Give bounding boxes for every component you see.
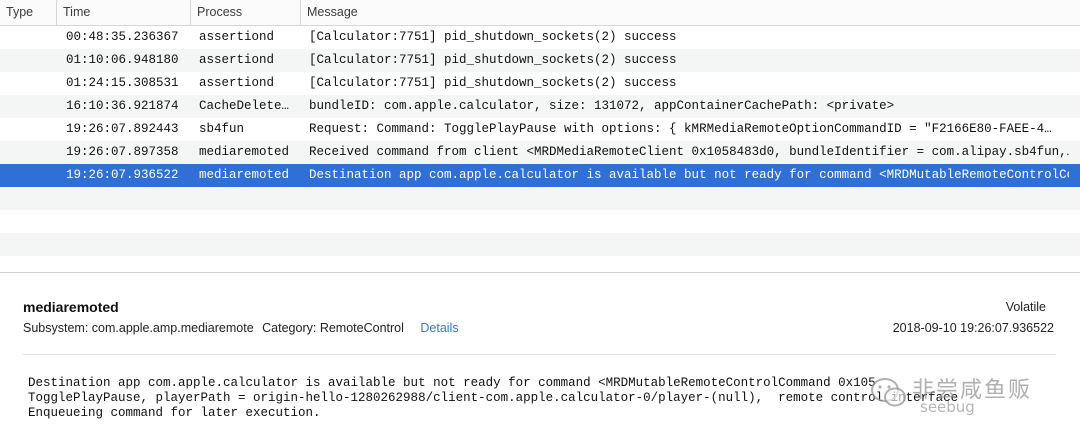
log-table-header: Type Time Process Message	[0, 0, 1080, 26]
row-message: Request: Command: TogglePlayPause with o…	[309, 122, 1052, 136]
column-header-time[interactable]: Time	[56, 0, 190, 25]
row-time: 01:24:15.308531	[66, 76, 179, 90]
detail-process-title: mediaremoted	[23, 299, 119, 315]
split-divider[interactable]	[0, 272, 1080, 273]
row-time: 19:26:07.936522	[66, 168, 179, 182]
row-time: 00:48:35.236367	[66, 30, 179, 44]
row-process: mediaremoted	[199, 168, 290, 182]
column-header-process[interactable]: Process	[190, 0, 300, 25]
subsystem-label: Subsystem: com.apple.amp.mediaremote	[23, 321, 254, 335]
row-time: 01:10:06.948180	[66, 53, 179, 67]
column-header-message[interactable]: Message	[300, 0, 1080, 25]
empty-row	[0, 187, 1080, 210]
row-message: Destination app com.apple.calculator is …	[309, 168, 1069, 182]
wechat-icon	[871, 378, 906, 407]
row-time: 19:26:07.897358	[66, 145, 179, 159]
row-process: sb4fun	[199, 122, 245, 136]
detail-timestamp: 2018-09-10 19:26:07.936522	[892, 321, 1054, 335]
watermark: 非尝咸鱼贩 seebug	[868, 370, 1068, 426]
table-row[interactable]: 19:26:07.892443 sb4fun Request: Command:…	[0, 118, 1080, 141]
row-process: assertiond	[199, 76, 275, 90]
log-table: 00:48:35.236367 assertiond [Calculator:7…	[0, 26, 1080, 274]
category-label: Category: RemoteControl	[262, 321, 404, 335]
column-header-type[interactable]: Type	[0, 0, 56, 25]
table-row[interactable]: 01:24:15.308531 assertiond [Calculator:7…	[0, 72, 1080, 95]
detail-separator	[23, 354, 1056, 355]
table-row-selected[interactable]: 19:26:07.936522 mediaremoted Destination…	[0, 164, 1080, 187]
table-row[interactable]: 16:10:36.921874 CacheDelete… bundleID: c…	[0, 95, 1080, 118]
row-process: assertiond	[199, 30, 275, 44]
empty-row	[0, 256, 1080, 272]
row-message: [Calculator:7751] pid_shutdown_sockets(2…	[309, 76, 677, 90]
row-time: 19:26:07.892443	[66, 122, 179, 136]
row-message: Received command from client <MRDMediaRe…	[309, 145, 1069, 159]
detail-metadata: Subsystem: com.apple.amp.mediaremote Cat…	[23, 321, 464, 335]
row-message: bundleID: com.apple.calculator, size: 13…	[309, 99, 895, 113]
volatile-label: Volatile	[1005, 300, 1046, 314]
table-row[interactable]: 01:10:06.948180 assertiond [Calculator:7…	[0, 49, 1080, 72]
row-message: [Calculator:7751] pid_shutdown_sockets(2…	[309, 30, 677, 44]
row-process: CacheDelete…	[199, 99, 290, 113]
table-row[interactable]: 19:26:07.897358 mediaremoted Received co…	[0, 141, 1080, 164]
row-time: 16:10:36.921874	[66, 99, 179, 113]
empty-row	[0, 210, 1080, 233]
details-link[interactable]: Details	[420, 321, 458, 335]
watermark-subtext: seebug	[920, 398, 975, 416]
row-process: assertiond	[199, 53, 275, 67]
row-message: [Calculator:7751] pid_shutdown_sockets(2…	[309, 53, 677, 67]
table-row[interactable]: 00:48:35.236367 assertiond [Calculator:7…	[0, 26, 1080, 49]
row-process: mediaremoted	[199, 145, 290, 159]
empty-row	[0, 233, 1080, 256]
